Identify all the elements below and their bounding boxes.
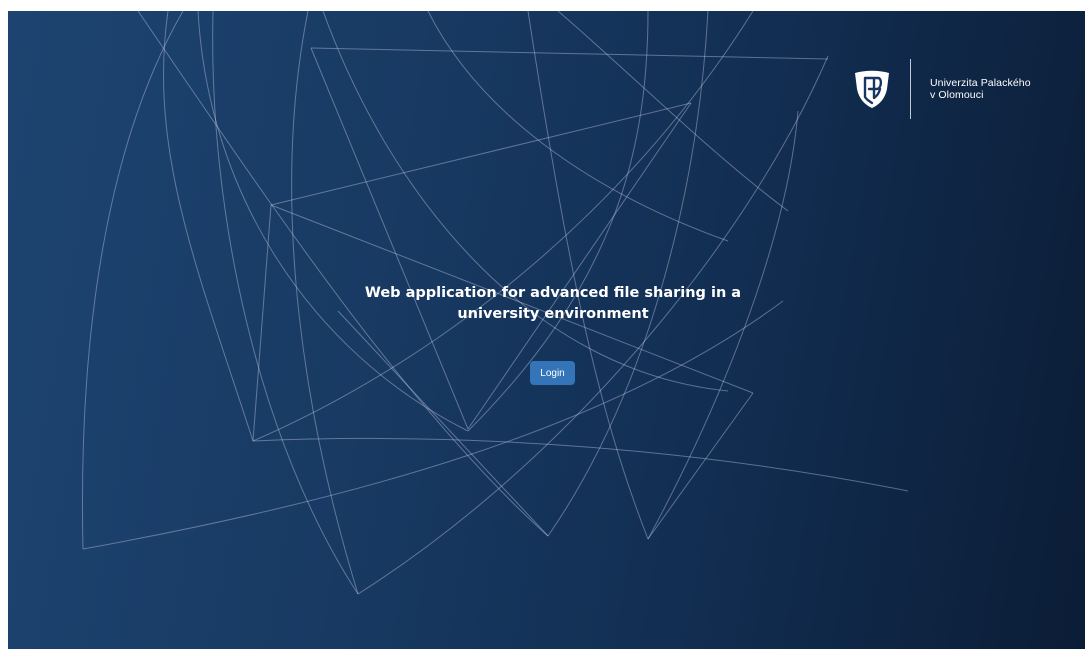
university-shield-icon bbox=[855, 70, 889, 108]
logo-divider bbox=[910, 59, 911, 119]
university-name: Univerzita Palackého v Olomouci bbox=[930, 77, 1031, 101]
university-name-line2: v Olomouci bbox=[930, 89, 984, 101]
page-title: Web application for advanced file sharin… bbox=[364, 285, 742, 322]
university-name-line1: Univerzita Palackého bbox=[930, 77, 1031, 89]
landing-page: Univerzita Palackého v Olomouci Web appl… bbox=[8, 11, 1085, 649]
login-button[interactable]: Login bbox=[530, 361, 575, 385]
university-logo[interactable]: Univerzita Palackého v Olomouci bbox=[853, 57, 1031, 121]
